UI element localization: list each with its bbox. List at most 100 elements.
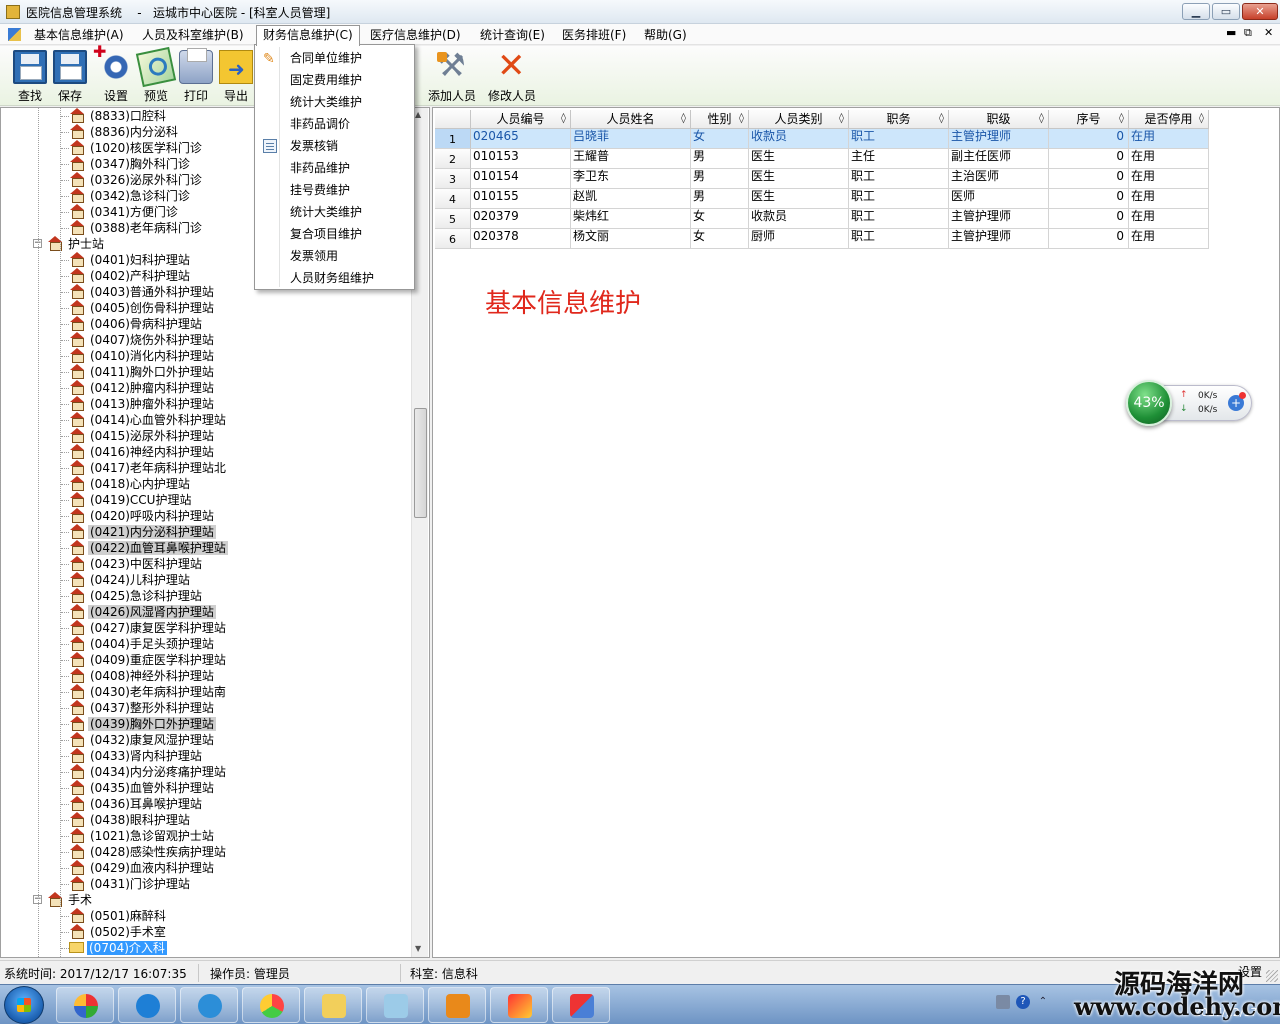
- table-cell[interactable]: 杨文丽: [571, 229, 691, 249]
- close-button[interactable]: ✕: [1242, 3, 1278, 20]
- tree-node[interactable]: (8833)口腔科: [69, 108, 168, 124]
- minimize-button[interactable]: ▁: [1182, 3, 1210, 20]
- table-cell[interactable]: 职工: [849, 229, 949, 249]
- table-cell[interactable]: 男: [691, 169, 749, 189]
- tree-node[interactable]: (0426)风湿肾内护理站: [69, 604, 216, 620]
- table-cell[interactable]: 收款员: [749, 209, 849, 229]
- tree-node[interactable]: (0416)神经内科护理站: [69, 444, 216, 460]
- menu-staff-dept[interactable]: 人员及科室维护(B): [136, 26, 250, 44]
- tree-node[interactable]: (0388)老年病科门诊: [69, 220, 204, 236]
- table-cell[interactable]: 0: [1049, 169, 1129, 189]
- tree-node[interactable]: (0419)CCU护理站: [69, 492, 193, 508]
- maximize-button[interactable]: ▭: [1212, 3, 1240, 20]
- dropdown-item[interactable]: 人员财务组维护: [257, 267, 412, 289]
- tree-node[interactable]: (0438)眼科护理站: [69, 812, 192, 828]
- table-cell[interactable]: 副主任医师: [949, 149, 1049, 169]
- table-cell[interactable]: 在用: [1129, 129, 1209, 149]
- dropdown-item[interactable]: 复合项目维护: [257, 223, 412, 245]
- table-cell[interactable]: 在用: [1129, 209, 1209, 229]
- table-cell[interactable]: 医师: [949, 189, 1049, 209]
- taskbar-app-4[interactable]: [242, 987, 300, 1023]
- mdi-restore-button[interactable]: ⧉: [1244, 26, 1252, 40]
- menu-scheduling[interactable]: 医务排班(F): [556, 26, 632, 44]
- table-cell[interactable]: 在用: [1129, 149, 1209, 169]
- tree-node[interactable]: (0402)产科护理站: [69, 268, 192, 284]
- table-cell[interactable]: 厨师: [749, 229, 849, 249]
- tree-node[interactable]: (0420)呼吸内科护理站: [69, 508, 216, 524]
- mdi-minimize-button[interactable]: ▬: [1226, 26, 1236, 39]
- dropdown-item[interactable]: 非药品调价: [257, 113, 412, 135]
- table-cell[interactable]: 医生: [749, 169, 849, 189]
- menu-help[interactable]: 帮助(G): [638, 26, 693, 44]
- tree-node[interactable]: (0418)心内护理站: [69, 476, 192, 492]
- tree-node[interactable]: (1020)核医学科门诊: [69, 140, 204, 156]
- tree-node[interactable]: (0342)急诊科门诊: [69, 188, 192, 204]
- keyboard-icon[interactable]: [996, 995, 1010, 1009]
- table-cell[interactable]: 0: [1049, 229, 1129, 249]
- taskbar-app-1[interactable]: [56, 987, 114, 1023]
- taskbar-app-2[interactable]: [118, 987, 176, 1023]
- table-cell[interactable]: 主管护理师: [949, 209, 1049, 229]
- tree-node[interactable]: (0341)方便门诊: [69, 204, 180, 220]
- row-header[interactable]: 2: [435, 149, 471, 169]
- tree-node[interactable]: (0415)泌尿外科护理站: [69, 428, 216, 444]
- table-cell[interactable]: 医生: [749, 149, 849, 169]
- tree-node[interactable]: (0437)整形外科护理站: [69, 700, 216, 716]
- tree-node[interactable]: (0422)血管耳鼻喉护理站: [69, 540, 228, 556]
- menu-basic-info[interactable]: 基本信息维护(A): [28, 26, 130, 44]
- dropdown-item[interactable]: 固定费用维护: [257, 69, 412, 91]
- table-cell[interactable]: 职工: [849, 129, 949, 149]
- dropdown-item[interactable]: 发票核销: [257, 135, 412, 157]
- dropdown-item[interactable]: 非药品维护: [257, 157, 412, 179]
- dropdown-item[interactable]: 发票领用: [257, 245, 412, 267]
- taskbar-media[interactable]: [428, 987, 486, 1023]
- tree-node[interactable]: (0425)急诊科护理站: [69, 588, 204, 604]
- column-header[interactable]: 人员编号 ◊: [471, 110, 571, 129]
- table-cell[interactable]: 女: [691, 229, 749, 249]
- table-cell[interactable]: 0: [1049, 189, 1129, 209]
- taskbar-app-6[interactable]: [366, 987, 424, 1023]
- start-button[interactable]: [4, 986, 44, 1024]
- table-cell[interactable]: 0: [1049, 149, 1129, 169]
- table-cell[interactable]: 男: [691, 189, 749, 209]
- tree-node[interactable]: (0421)内分泌科护理站: [69, 524, 216, 540]
- add-icon[interactable]: +: [1228, 392, 1246, 411]
- tray-expand-icon[interactable]: ⌃: [1036, 995, 1050, 1009]
- table-cell[interactable]: 在用: [1129, 189, 1209, 209]
- table-cell[interactable]: 主管护理师: [949, 229, 1049, 249]
- edit-staff-button[interactable]: 修改人员: [488, 48, 536, 104]
- table-cell[interactable]: 王耀普: [571, 149, 691, 169]
- table-cell[interactable]: 医生: [749, 189, 849, 209]
- dropdown-item[interactable]: 合同单位维护: [257, 47, 412, 70]
- tree-node[interactable]: (8836)内分泌科: [69, 124, 180, 140]
- menu-medical-info[interactable]: 医疗信息维护(D): [364, 26, 467, 44]
- taskbar-his-app[interactable]: [552, 987, 610, 1023]
- table-cell[interactable]: 0: [1049, 209, 1129, 229]
- table-cell[interactable]: 女: [691, 209, 749, 229]
- mdi-window-icon[interactable]: [8, 28, 21, 41]
- table-cell[interactable]: 010155: [471, 189, 571, 209]
- table-cell[interactable]: 职工: [849, 169, 949, 189]
- tree-node[interactable]: (0413)肿瘤外科护理站: [69, 396, 216, 412]
- tree-node[interactable]: (1021)急诊留观护士站: [69, 828, 216, 844]
- tree-node[interactable]: (0408)神经外科护理站: [69, 668, 216, 684]
- tree-node[interactable]: (0501)麻醉科: [69, 908, 168, 924]
- dropdown-item[interactable]: 统计大类维护: [257, 201, 412, 223]
- table-cell[interactable]: 020379: [471, 209, 571, 229]
- tree-group-node[interactable]: 手术: [47, 892, 94, 908]
- taskbar-app-3[interactable]: [180, 987, 238, 1023]
- row-header[interactable]: 1: [435, 129, 471, 149]
- tree-node[interactable]: (0427)康复医学科护理站: [69, 620, 228, 636]
- tree-node[interactable]: (0436)耳鼻喉护理站: [69, 796, 204, 812]
- tree-node[interactable]: (0409)重症医学科护理站: [69, 652, 228, 668]
- dropdown-item[interactable]: 统计大类维护: [257, 91, 412, 113]
- menu-statistics[interactable]: 统计查询(E): [474, 26, 551, 44]
- table-cell[interactable]: 柴炜红: [571, 209, 691, 229]
- table-cell[interactable]: 在用: [1129, 229, 1209, 249]
- export-button[interactable]: 导出: [212, 48, 260, 104]
- taskbar-explorer[interactable]: [304, 987, 362, 1023]
- column-header[interactable]: 职级 ◊: [949, 110, 1049, 129]
- tree-node[interactable]: (0404)手足头颈护理站: [69, 636, 216, 652]
- column-header[interactable]: 人员类别 ◊: [749, 110, 849, 129]
- table-cell[interactable]: 0: [1049, 129, 1129, 149]
